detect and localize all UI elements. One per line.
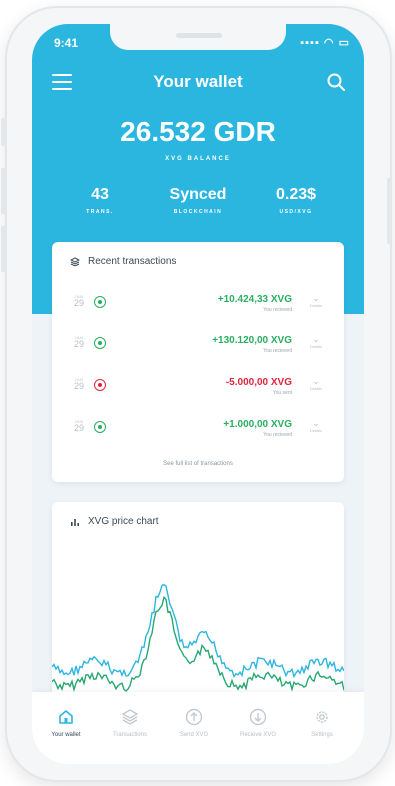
chevron-down-icon: ⌄ xyxy=(312,376,320,386)
side-button xyxy=(1,118,6,146)
stat-label: TRANS. xyxy=(86,209,114,215)
tx-date: JAN 29 xyxy=(70,335,88,349)
details-label: Details xyxy=(309,428,323,433)
layers-icon xyxy=(121,709,139,725)
details-button[interactable]: ⌄ Details xyxy=(304,334,328,350)
details-button[interactable]: ⌄ Details xyxy=(304,293,328,309)
tx-date: JAN 29 xyxy=(70,294,88,308)
stat-value: 43 xyxy=(91,186,109,203)
details-label: Details xyxy=(309,303,323,308)
transaction-row[interactable]: JAN 29 -5.000,00 XVG You sent ⌄ Details xyxy=(52,377,344,407)
tab-label: Transactions xyxy=(112,732,148,738)
status-icons: ▪▪▪▪ ◠ ▭ xyxy=(300,36,350,49)
chevron-down-icon: ⌄ xyxy=(312,293,320,303)
bar-chart-icon xyxy=(71,518,79,526)
transaction-row[interactable]: JAN 29 +10.424,33 XVG You recieved ⌄ Det… xyxy=(52,294,344,324)
tab-settings[interactable]: Settings xyxy=(292,708,352,738)
price-line-green xyxy=(52,595,344,693)
tab-label: Settings xyxy=(311,732,333,738)
speaker-slot xyxy=(176,33,222,38)
top-bar: Your wallet xyxy=(32,70,364,94)
details-label: Details xyxy=(309,386,323,391)
tab-your-wallet[interactable]: Your wallet xyxy=(36,708,96,738)
status-time: 9:41 xyxy=(54,36,79,50)
signal-icon: ▪▪▪▪ xyxy=(300,37,320,49)
side-button xyxy=(1,226,6,272)
battery-icon: ▭ xyxy=(338,37,350,49)
transaction-row[interactable]: JAN 29 +1.000,00 XVG You recieved ⌄ Deta… xyxy=(52,419,344,449)
tab-label: Send XVG xyxy=(179,732,209,738)
balance-label: XVG BALANCE xyxy=(165,156,231,162)
price-line-blue xyxy=(52,583,344,679)
bottom-tab-bar: Your wallet Transactions Send XVG Reciev… xyxy=(32,692,364,764)
tx-day: 29 xyxy=(73,339,84,349)
search-icon[interactable] xyxy=(326,72,346,92)
tx-amount: +10.424,33 XVG xyxy=(217,294,292,305)
sent-icon xyxy=(94,379,106,391)
transaction-row[interactable]: JAN 29 +130.120,00 XVG You recieved ⌄ De… xyxy=(52,335,344,365)
tab-send-xvg[interactable]: Send XVG xyxy=(164,708,224,738)
arrow-down-circle-icon xyxy=(249,708,267,726)
stack-icon xyxy=(70,256,80,267)
received-icon xyxy=(94,421,106,433)
tx-note: You recieved xyxy=(263,348,292,354)
stat-usd-rate: 0.23$ USD/XVG xyxy=(246,186,346,215)
recent-transactions-card: Recent transactions JAN 29 +10.424,33 XV… xyxy=(52,242,344,482)
tx-note: You sent xyxy=(272,390,292,396)
price-chart-card: XVG price chart xyxy=(52,502,344,712)
details-button[interactable]: ⌄ Details xyxy=(304,418,328,434)
details-label: Details xyxy=(309,344,323,349)
arrow-up-circle-icon xyxy=(185,708,203,726)
price-chart xyxy=(52,583,344,693)
app-screen: 9:41 ▪▪▪▪ ◠ ▭ Your wallet 26.532 GDR XVG… xyxy=(32,24,364,764)
gear-icon xyxy=(316,711,328,723)
card-title: Recent transactions xyxy=(88,256,177,267)
wifi-icon: ◠ xyxy=(323,37,335,49)
card-header: Recent transactions xyxy=(70,256,176,267)
stat-label: USD/XVG xyxy=(279,209,313,215)
stat-value: Synced xyxy=(169,186,227,203)
notch xyxy=(110,24,286,50)
tx-amount: -5.000,00 XVG xyxy=(225,377,292,388)
stat-blockchain: Synced BLOCKCHAIN xyxy=(148,186,248,215)
card-title: XVG price chart xyxy=(88,516,159,527)
stat-transactions: 43 TRANS. xyxy=(50,186,150,215)
balance-amount: 26.532 GDR xyxy=(120,116,276,147)
received-icon xyxy=(94,296,106,308)
tx-day: 29 xyxy=(73,381,84,391)
card-header: XVG price chart xyxy=(70,516,159,527)
tx-day: 29 xyxy=(73,423,84,433)
received-icon xyxy=(94,337,106,349)
chevron-down-icon: ⌄ xyxy=(312,334,320,344)
page-title: Your wallet xyxy=(153,72,243,91)
tx-date: JAN 29 xyxy=(70,419,88,433)
tx-date: JAN 29 xyxy=(70,377,88,391)
stat-label: BLOCKCHAIN xyxy=(173,209,223,215)
tx-day: 29 xyxy=(73,298,84,308)
details-button[interactable]: ⌄ Details xyxy=(304,376,328,392)
stat-value: 0.23$ xyxy=(275,186,317,203)
tx-note: You recieved xyxy=(263,307,292,313)
home-icon xyxy=(59,710,73,724)
tab-recieve-xvg[interactable]: Recieve XVG xyxy=(228,708,288,738)
chevron-down-icon: ⌄ xyxy=(312,418,320,428)
tx-note: You recieved xyxy=(263,432,292,438)
tab-label: Recieve XVG xyxy=(239,732,276,738)
tx-amount: +130.120,00 XVG xyxy=(212,335,292,346)
side-button xyxy=(1,168,6,214)
tab-transactions[interactable]: Transactions xyxy=(100,708,160,738)
tab-label: Your wallet xyxy=(51,732,81,738)
tx-amount: +1.000,00 XVG xyxy=(223,419,292,430)
see-all-transactions-link[interactable]: See full list of transactions xyxy=(52,461,344,467)
side-button xyxy=(387,178,392,244)
